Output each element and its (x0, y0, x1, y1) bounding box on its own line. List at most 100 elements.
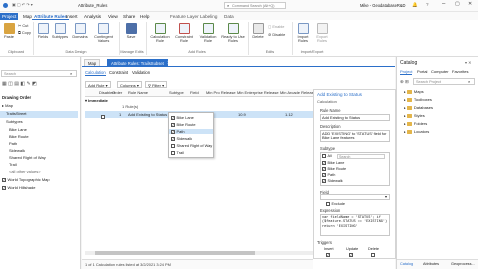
copy-button[interactable]: ⧉ Copy (18, 30, 31, 36)
layer-trailsstreet[interactable]: TraitsStreet (0, 111, 78, 118)
catalog-item-maps[interactable]: ▸ Maps (404, 89, 424, 94)
catalog-item-toolboxes[interactable]: ▸ Toolboxes (404, 97, 432, 102)
minimize-button[interactable]: – (442, 1, 445, 7)
catalog-options-icon[interactable]: ▾ ✕ (465, 60, 471, 65)
layer-world-topographic-map[interactable]: ✓ World Topographic Map (2, 177, 50, 182)
column-header-order[interactable]: Order (112, 90, 122, 95)
subtype-item-sidewalk[interactable]: ✓ Sidewalk (322, 179, 343, 183)
attribute-rules-view-tab[interactable]: Attribute Rules: TrailsSubset (107, 59, 168, 66)
tab-share[interactable]: Share (121, 13, 137, 20)
exclude-checkbox[interactable]: Exclude (326, 202, 345, 206)
bottom-tab-geoprocessing[interactable]: Geoprocess... (451, 262, 475, 266)
description-input[interactable]: ADD 'EXISTING' to 'STATUS' field for Bik… (320, 130, 390, 142)
catalog-item-locators[interactable]: ▸ Locators (404, 129, 429, 134)
legend-item-bike-lane[interactable]: Bike Lane (9, 127, 27, 132)
fields-button[interactable]: Fields (36, 23, 50, 39)
layer-world-hillshade[interactable]: ✓ World Hillshade (2, 185, 35, 190)
field-dropdown[interactable]: ▾ (320, 194, 390, 200)
tab-data[interactable]: Data (222, 13, 236, 20)
help-button[interactable]: ? (426, 2, 429, 7)
subtab-constraint[interactable]: Constraint (109, 70, 128, 75)
columns-button[interactable]: Columns ▾ (117, 81, 142, 88)
dropdown-option-bike-route[interactable]: ✓ Bike Route (171, 122, 196, 127)
column-header-rule-name[interactable]: Rule Name (128, 90, 148, 95)
maximize-button[interactable]: ▢ (455, 1, 460, 7)
catalog-item-styles[interactable]: ▸ Styles (404, 113, 425, 118)
legend-item-path[interactable]: Path (9, 141, 17, 146)
column-header-min-pro-release[interactable]: Min Pro Release (206, 90, 236, 95)
bottom-tab-catalog[interactable]: Catalog (400, 262, 413, 266)
user-name[interactable]: Mike - GeodatabaseR&D (360, 3, 406, 8)
horizontal-scrollbar[interactable] (85, 251, 313, 255)
close-button[interactable]: ✕ (468, 1, 472, 7)
domains-button[interactable]: Domains (71, 23, 89, 39)
catalog-tab-project[interactable]: Project (400, 69, 413, 75)
column-header-min-enterprise-release[interactable]: Min Enterprise Release (237, 90, 279, 95)
catalog-tab-favorites[interactable]: Favorites (452, 69, 468, 74)
tab-analysis[interactable]: Analysis (82, 13, 103, 20)
notifications-icon[interactable]: 🔔 (412, 2, 418, 8)
contents-toolbar[interactable]: ▦ ◫ ▤ ◧ ✎ ◩ (2, 81, 37, 87)
dropdown-option-bike-lane[interactable]: ✓ Bike Lane (171, 115, 194, 120)
ready-to-use-rules-button[interactable]: Ready to Use Rules (221, 23, 245, 44)
contents-search-box[interactable]: Search ⌕ (1, 70, 77, 77)
tab-labeling[interactable]: Labeling (198, 13, 219, 20)
disabled-checkbox[interactable] (101, 113, 107, 120)
save-button[interactable]: Save (124, 23, 138, 39)
delete-trigger-checkbox[interactable] (371, 252, 377, 257)
catalog-toolbar[interactable]: ⊕ ⊞ (400, 79, 409, 85)
cut-button[interactable]: ✂ Cut (18, 23, 28, 29)
enable-button[interactable]: ◻ Enable (268, 24, 284, 30)
legend-item-other-values[interactable]: <all other values> (9, 169, 41, 174)
constraint-rule-button[interactable]: Constraint Rule (173, 23, 195, 44)
subtypes-button[interactable]: Subtypes (51, 23, 69, 39)
catalog-tab-computer[interactable]: Computer (431, 69, 449, 74)
quick-access-toolbar[interactable]: ▣ ▢ ↶ ↷ ▾ (12, 2, 33, 7)
column-header-min-arcade-release[interactable]: Min Arcade Release (280, 90, 316, 95)
filter-button[interactable]: ⚲ Filter ▾ (145, 81, 168, 88)
tab-help[interactable]: Help (138, 13, 151, 20)
paste-button[interactable]: Paste (2, 23, 16, 39)
insert-trigger-checkbox[interactable]: ✓ (326, 252, 332, 257)
catalog-tab-portal[interactable]: Portal (417, 69, 427, 74)
legend-item-trail[interactable]: Trail (9, 162, 17, 167)
subtype-item-bike-route[interactable]: ✓ Bike Route (322, 167, 346, 171)
legend-item-bike-route[interactable]: Bike Route (9, 134, 29, 139)
scrollbar-thumb[interactable] (95, 251, 255, 255)
dropdown-option-shared-right-of-way[interactable]: Shared Right of Way (171, 143, 212, 148)
catalog-item-databases[interactable]: ▸ Databases (404, 105, 433, 110)
group-header-immediate[interactable]: ▾ Immediate (85, 97, 313, 104)
tab-view[interactable]: View (106, 13, 120, 20)
tab-insert[interactable]: Insert (64, 13, 80, 20)
legend-item-shared-right-of-way[interactable]: Shared Right of Way (9, 155, 46, 160)
dropdown-option-sidewalk[interactable]: ✓ Sidewalk (171, 136, 192, 141)
rule-name-input[interactable]: Add Existing to Status (320, 114, 390, 121)
subtype-item-bike-lane[interactable]: ✓ Bike Lane (322, 161, 344, 165)
tab-feature-layer[interactable]: Feature Layer (168, 13, 201, 20)
calculation-rule-button[interactable]: Calculation Rule (149, 23, 171, 44)
expression-editor[interactable]: var fieldName = 'STATUS'; if ($feature.S… (320, 214, 390, 236)
subtype-item-path[interactable]: ✓ Path (322, 173, 335, 177)
visibility-checkbox[interactable]: ✓ (2, 178, 6, 182)
subtypes-node[interactable]: Subtypes (6, 119, 23, 124)
column-header-subtype[interactable]: Subtype (169, 90, 184, 95)
contingent-values-button[interactable]: Contingent Values (91, 23, 116, 44)
legend-item-sidewalk[interactable]: Sidewalk (9, 148, 25, 153)
catalog-search-box[interactable]: Search Project ⌕ (413, 78, 475, 85)
update-trigger-checkbox[interactable]: ✓ (349, 252, 355, 257)
delete-button[interactable]: Delete (251, 23, 265, 39)
map-view-tab[interactable]: Map (84, 59, 101, 66)
export-rules-button[interactable]: Export Rules (314, 23, 330, 44)
validation-rule-button[interactable]: Validation Rule (197, 23, 219, 44)
dropdown-option-trail[interactable]: Trail (171, 150, 184, 155)
subtype-search-input[interactable]: Search (337, 154, 385, 159)
subtab-calculation[interactable]: Calculation (85, 70, 106, 76)
subtab-validation[interactable]: Validation (132, 70, 150, 75)
catalog-item-folders[interactable]: ▸ Folders (404, 121, 427, 126)
add-rule-button[interactable]: Add Rule ▾ (85, 81, 111, 88)
column-header-field[interactable]: Field (190, 90, 199, 95)
disable-button[interactable]: ⊘ Disable (268, 32, 285, 38)
close-tab-icon[interactable]: ✕ (167, 60, 170, 65)
subtype-all-checkbox[interactable]: All (322, 154, 332, 158)
command-search-box[interactable]: ⌕ Command Search (Alt+Q) (224, 2, 286, 9)
